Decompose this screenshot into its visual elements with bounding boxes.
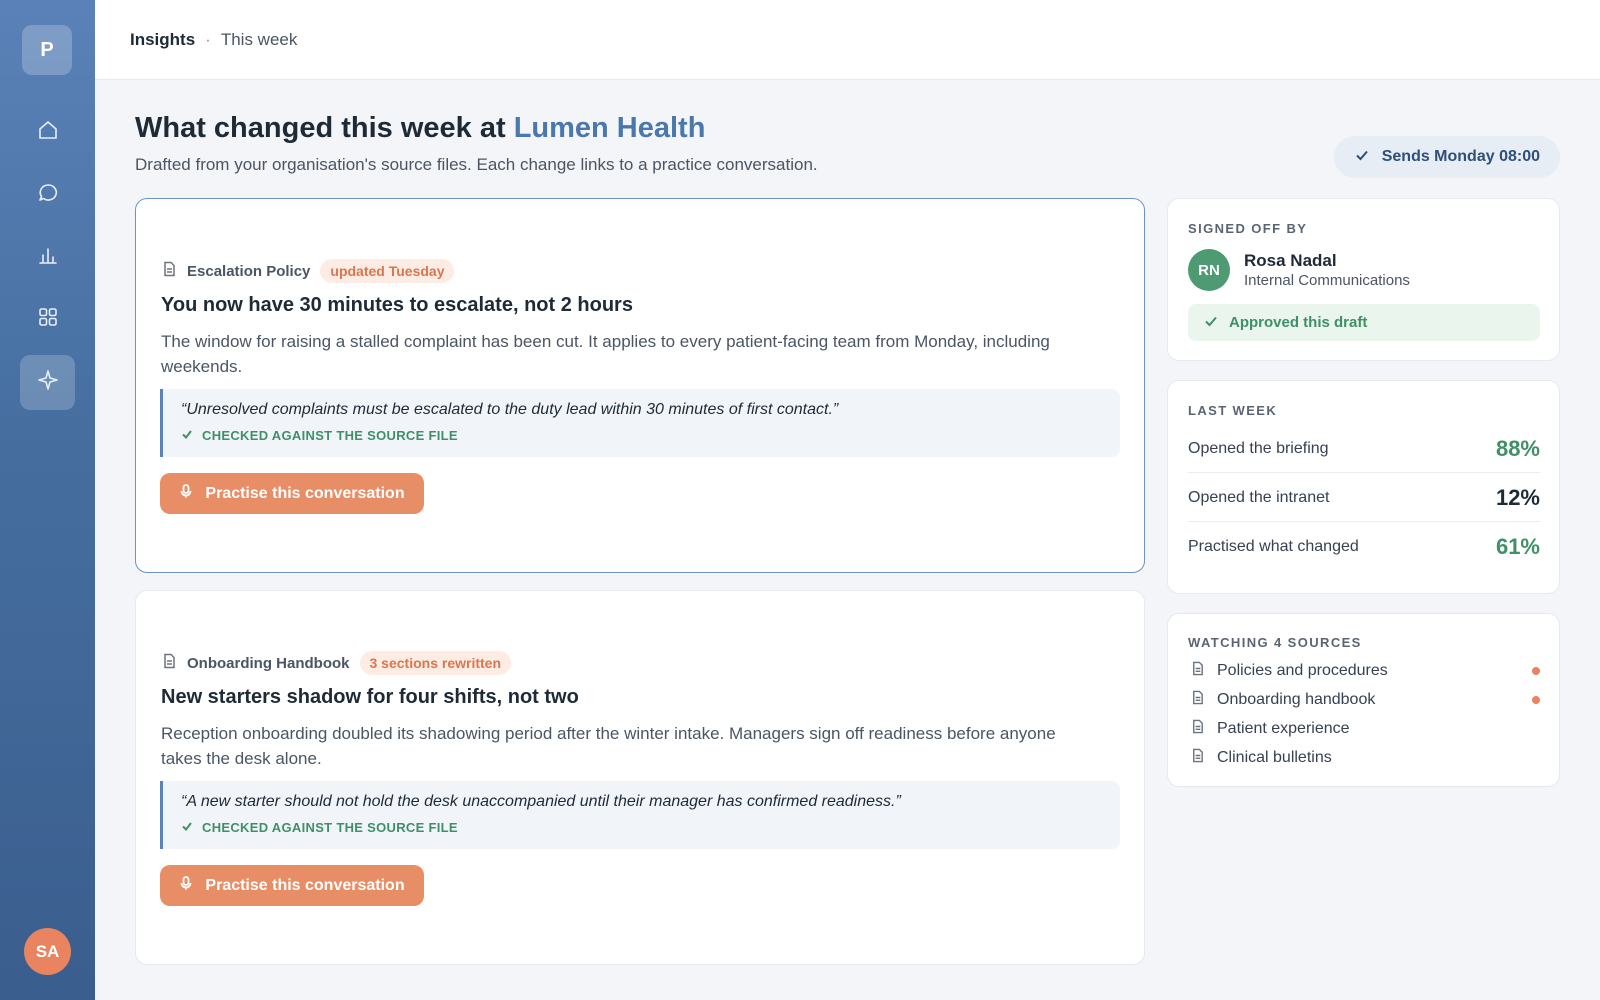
document-icon	[161, 261, 177, 282]
chat-icon	[36, 181, 60, 210]
panel-label: LAST WEEK	[1188, 403, 1278, 418]
grid-icon	[36, 305, 60, 334]
stat-value: 88%	[1495, 435, 1540, 461]
last-week-panel: LAST WEEK Opened the briefing 88% Opened…	[1167, 380, 1560, 594]
check-icon	[181, 428, 193, 443]
org-name: Lumen Health	[513, 112, 706, 144]
verification-text: CHECKED AGAINST THE SOURCE FILE	[202, 820, 458, 835]
source-name: Escalation Policy	[187, 262, 311, 280]
approval-status: Approved this draft	[1188, 304, 1540, 341]
quote-text: “Unresolved complaints must be escalated…	[181, 401, 839, 418]
source-item[interactable]: Patient experience	[1190, 717, 1540, 741]
verification-label: CHECKED AGAINST THE SOURCE FILE	[181, 820, 1102, 835]
breadcrumb-section[interactable]: Insights	[130, 30, 195, 50]
user-avatar[interactable]: SA	[24, 928, 71, 975]
source-quote: “Unresolved complaints must be escalated…	[160, 389, 1120, 457]
document-icon	[161, 653, 177, 674]
change-description: Reception onboarding doubled its shadowi…	[161, 724, 1056, 768]
quote-text: “A new starter should not hold the desk …	[181, 793, 901, 810]
nav-analytics[interactable]	[20, 230, 75, 285]
card-source: Escalation Policy updated Tuesday	[161, 259, 455, 283]
practise-button[interactable]: Practise this conversation	[160, 865, 424, 906]
change-title: New starters shadow for four shifts, not…	[161, 686, 579, 708]
source-item[interactable]: Onboarding handbook	[1190, 688, 1540, 712]
document-icon	[1190, 719, 1205, 739]
changed-indicator	[1532, 696, 1540, 704]
change-description: The window for raising a stalled complai…	[161, 332, 1050, 376]
change-card[interactable]: Onboarding Handbook 3 sections rewritten…	[135, 590, 1145, 965]
home-icon	[36, 118, 60, 147]
nav-home[interactable]	[20, 105, 75, 160]
stat-value: 61%	[1495, 534, 1540, 559]
signer-role: Internal Communications	[1244, 272, 1410, 289]
page-title-prefix: What changed this week at	[135, 112, 514, 144]
source-item-label: Clinical bulletins	[1217, 749, 1332, 766]
verification-text: CHECKED AGAINST THE SOURCE FILE	[202, 428, 458, 443]
stat-row: Opened the intranet 12%	[1188, 474, 1540, 522]
practise-button[interactable]: Practise this conversation	[160, 473, 424, 514]
check-icon	[181, 820, 193, 835]
check-icon	[1204, 314, 1218, 332]
bar-chart-icon	[36, 243, 60, 272]
avatar: RN	[1188, 249, 1230, 291]
breadcrumb-separator: ·	[205, 29, 211, 49]
page-title: What changed this week at Lumen Health	[135, 112, 705, 145]
sidebar: P SA	[0, 0, 95, 1000]
signer-name: Rosa Nadal	[1244, 251, 1337, 270]
signoff-panel: SIGNED OFF BY RN Rosa Nadal Internal Com…	[1167, 198, 1560, 361]
nav-insights[interactable]	[20, 355, 75, 410]
stat-label: Practised what changed	[1188, 538, 1359, 555]
source-item[interactable]: Clinical bulletins	[1190, 746, 1540, 770]
change-card[interactable]: Escalation Policy updated Tuesday You no…	[135, 198, 1145, 573]
practise-button-label: Practise this conversation	[205, 876, 405, 894]
stat-row: Practised what changed 61%	[1188, 523, 1540, 571]
document-icon	[1190, 661, 1205, 681]
verification-label: CHECKED AGAINST THE SOURCE FILE	[181, 428, 1102, 443]
microphone-icon	[179, 484, 193, 503]
check-icon	[1354, 147, 1370, 168]
sources-panel: WATCHING 4 SOURCES Policies and procedur…	[1167, 613, 1560, 787]
document-icon	[1190, 748, 1205, 768]
source-name: Onboarding Handbook	[187, 654, 350, 672]
breadcrumb: Insights · This week	[95, 0, 1600, 80]
send-schedule-badge[interactable]: Sends Monday 08:00	[1333, 136, 1560, 178]
stat-label: Opened the briefing	[1188, 439, 1329, 457]
panel-label: WATCHING 4 SOURCES	[1188, 635, 1362, 650]
nav-apps[interactable]	[20, 292, 75, 347]
nav-conversations[interactable]	[20, 168, 75, 223]
practise-button-label: Practise this conversation	[205, 484, 405, 502]
stat-value: 12%	[1495, 484, 1540, 510]
breadcrumb-period: This week	[220, 29, 298, 49]
source-quote: “A new starter should not hold the desk …	[160, 781, 1120, 849]
source-item-label: Patient experience	[1217, 720, 1350, 737]
approval-label: Approved this draft	[1229, 314, 1368, 331]
panel-label: SIGNED OFF BY	[1188, 221, 1308, 236]
source-item-label: Policies and procedures	[1217, 662, 1388, 679]
microphone-icon	[179, 876, 193, 895]
changed-indicator	[1532, 667, 1540, 675]
source-item-label: Onboarding handbook	[1217, 691, 1376, 708]
app-logo[interactable]: P	[22, 25, 72, 75]
stat-label: Opened the intranet	[1188, 488, 1330, 506]
stat-row: Opened the briefing 88%	[1188, 425, 1540, 473]
status-badge: updated Tuesday	[320, 259, 455, 283]
source-item[interactable]: Policies and procedures	[1190, 659, 1540, 683]
status-badge: 3 sections rewritten	[359, 651, 511, 675]
document-icon	[1190, 690, 1205, 710]
send-schedule-label: Sends Monday 08:00	[1381, 148, 1540, 165]
change-title: You now have 30 minutes to escalate, not…	[161, 294, 633, 316]
card-source: Onboarding Handbook 3 sections rewritten	[161, 651, 511, 675]
page-subtitle: Drafted from your organisation's source …	[135, 155, 818, 174]
sparkle-icon	[36, 368, 60, 397]
